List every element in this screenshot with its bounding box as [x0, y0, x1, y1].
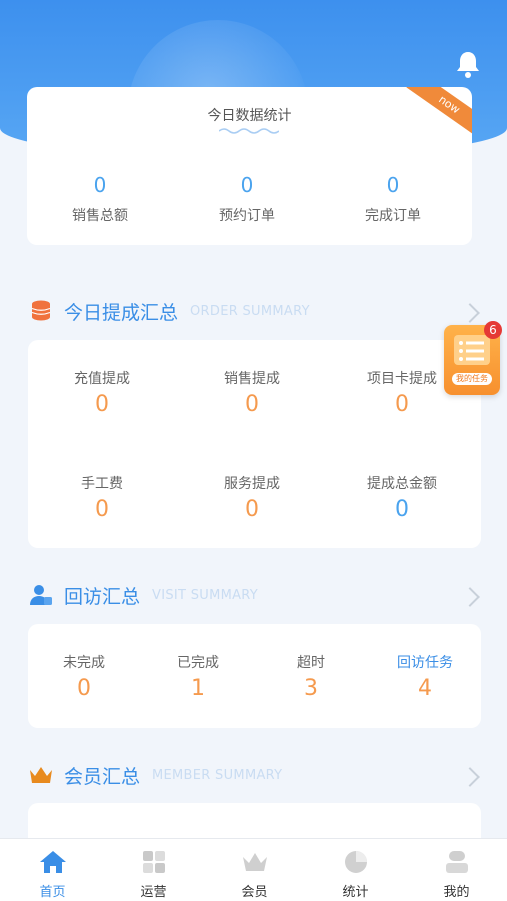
section-subtitle: VISIT SUMMARY — [152, 587, 259, 603]
item-value: 0 — [245, 392, 259, 417]
bottom-tab-bar: 首页 运营 会员 统计 我的 — [0, 838, 507, 901]
user-phone-icon — [30, 585, 52, 605]
visit-section-header[interactable]: 回访汇总 VISIT SUMMARY — [28, 580, 258, 610]
item-value: 0 — [77, 676, 91, 701]
visit-item: 已完成 1 — [138, 652, 258, 701]
item-value: 1 — [191, 676, 205, 701]
item-label: 超时 — [297, 655, 325, 671]
chevron-right-icon[interactable] — [460, 303, 480, 323]
item-label: 服务提成 — [224, 476, 280, 492]
item-value: 0 — [395, 392, 409, 417]
tab-label: 首页 — [39, 885, 66, 900]
item-value: 0 — [245, 497, 259, 522]
visit-card: 未完成 0 已完成 1 超时 3 回访任务 4 — [28, 624, 481, 728]
stat-appointments: 0 预约订单 — [187, 173, 307, 225]
stat-label: 销售总额 — [72, 208, 128, 224]
commission-item: 充值提成 0 — [42, 368, 162, 417]
task-list-icon — [454, 335, 490, 365]
task-count-badge: 6 — [484, 321, 502, 339]
user-icon — [446, 851, 468, 873]
stat-sales-total: 0 销售总额 — [40, 173, 160, 225]
visit-task-link[interactable]: 回访任务 4 — [365, 652, 485, 701]
tab-statistics[interactable]: 统计 — [305, 839, 406, 901]
item-label: 充值提成 — [74, 371, 130, 387]
stat-label: 预约订单 — [219, 208, 275, 224]
tab-operations[interactable]: 运营 — [103, 839, 204, 901]
tab-label: 我的 — [443, 885, 470, 900]
home-icon — [40, 851, 66, 873]
tab-label: 统计 — [342, 885, 369, 900]
tab-mine[interactable]: 我的 — [406, 839, 507, 901]
item-value: 0 — [395, 497, 409, 522]
tab-label: 会员 — [241, 885, 268, 900]
tab-home[interactable]: 首页 — [2, 839, 103, 901]
section-title: 今日提成汇总 — [64, 301, 179, 324]
section-subtitle: ORDER SUMMARY — [190, 303, 310, 319]
visit-item: 未完成 0 — [24, 652, 144, 701]
commission-section-header[interactable]: 今日提成汇总 ORDER SUMMARY — [28, 296, 310, 326]
tab-label: 运营 — [140, 885, 167, 900]
tab-members[interactable]: 会员 — [204, 839, 305, 901]
stat-value: 0 — [386, 173, 400, 197]
wave-decoration — [219, 128, 279, 134]
stat-completed: 0 完成订单 — [333, 173, 453, 225]
commission-item: 服务提成 0 — [192, 473, 312, 522]
chevron-right-icon[interactable] — [460, 587, 480, 607]
today-stats-title: 今日数据统计 — [207, 108, 292, 124]
stat-value: 0 — [93, 173, 107, 197]
chevron-right-icon[interactable] — [460, 767, 480, 787]
task-label: 我的任务 — [452, 373, 492, 385]
item-value: 3 — [304, 676, 318, 701]
member-section-header[interactable]: 会员汇总 MEMBER SUMMARY — [28, 760, 282, 790]
item-label: 未完成 — [63, 655, 105, 671]
crown-icon — [30, 767, 52, 783]
commission-card: 充值提成 0 销售提成 0 项目卡提成 0 手工费 0 服务提成 0 提成总金额… — [28, 340, 481, 548]
item-label: 手工费 — [81, 476, 123, 492]
visit-item: 超时 3 — [251, 652, 371, 701]
commission-item: 提成总金额 0 — [342, 473, 462, 522]
crown-icon — [243, 853, 267, 871]
item-value: 0 — [95, 497, 109, 522]
my-tasks-button[interactable]: 6 我的任务 — [444, 321, 502, 395]
stat-value: 0 — [240, 173, 254, 197]
item-value: 4 — [418, 676, 432, 701]
bell-icon[interactable] — [452, 48, 484, 80]
coins-icon — [31, 300, 51, 321]
section-title: 回访汇总 — [64, 585, 141, 608]
item-label: 回访任务 — [397, 655, 453, 671]
pie-chart-icon — [345, 851, 367, 873]
today-stats-card: now 今日数据统计 0 销售总额 0 预约订单 0 完成订单 — [27, 87, 472, 245]
commission-item: 销售提成 0 — [192, 368, 312, 417]
item-label: 提成总金额 — [367, 476, 437, 492]
section-subtitle: MEMBER SUMMARY — [152, 767, 283, 783]
item-label: 销售提成 — [224, 371, 280, 387]
item-value: 0 — [95, 392, 109, 417]
commission-item: 手工费 0 — [42, 473, 162, 522]
stat-label: 完成订单 — [365, 208, 421, 224]
section-title: 会员汇总 — [64, 765, 141, 788]
grid-icon — [143, 851, 165, 873]
item-label: 已完成 — [177, 655, 219, 671]
